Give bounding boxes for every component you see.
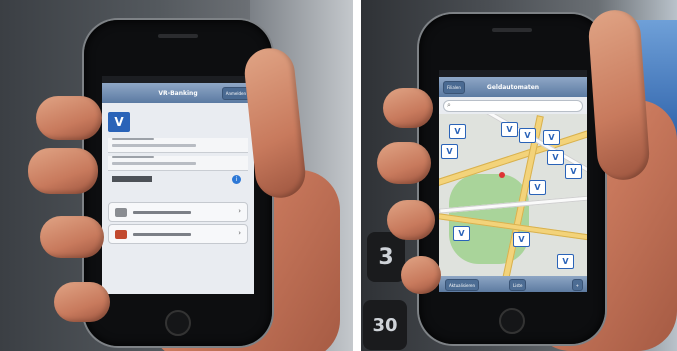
menu-item-1[interactable]: › bbox=[108, 202, 248, 222]
keyfob-bottom: 30 bbox=[363, 300, 407, 350]
map-view[interactable]: V V V V V V V V V V V bbox=[439, 114, 587, 276]
finger-1 bbox=[36, 96, 102, 140]
finger-3 bbox=[40, 216, 104, 258]
location-marker bbox=[499, 172, 505, 178]
finger-2 bbox=[377, 142, 431, 184]
add-button[interactable]: + bbox=[571, 279, 583, 291]
chevron-right-icon: › bbox=[238, 229, 241, 237]
atm-pin[interactable]: V bbox=[519, 128, 536, 143]
search-input[interactable]: ⌕ bbox=[443, 100, 583, 112]
atm-pin[interactable]: V bbox=[557, 254, 574, 269]
atm-pin[interactable]: V bbox=[441, 144, 458, 159]
atm-pin[interactable]: V bbox=[565, 164, 582, 179]
atm-pin[interactable]: V bbox=[513, 232, 530, 247]
menu-item-1-label bbox=[133, 210, 191, 214]
chevron-right-icon: › bbox=[238, 207, 241, 215]
finger-1 bbox=[383, 88, 433, 128]
finger-2 bbox=[28, 148, 98, 194]
nav-title: VR-Banking bbox=[158, 89, 198, 97]
list-button[interactable]: Liste bbox=[509, 279, 527, 291]
photo-right: 3 30 Filialen Geldautomaten ⌕ V V V V V … bbox=[361, 0, 677, 351]
atm-pin[interactable]: V bbox=[501, 122, 518, 137]
atm-pin[interactable]: V bbox=[547, 150, 564, 165]
vr-logo: V bbox=[108, 112, 130, 132]
keyfob-top: 3 bbox=[367, 232, 405, 282]
password-dots bbox=[112, 176, 152, 182]
username-field[interactable] bbox=[108, 138, 248, 153]
atm-pin[interactable]: V bbox=[453, 226, 470, 241]
iphone-right: Filialen Geldautomaten ⌕ V V V V V V V V… bbox=[419, 14, 605, 344]
finger-4 bbox=[54, 282, 110, 322]
atm-pin[interactable]: V bbox=[543, 130, 560, 145]
screen-left: VR-Banking Anmelden V i › › bbox=[102, 76, 254, 294]
finger-3 bbox=[387, 200, 435, 240]
status-bar bbox=[102, 76, 254, 83]
photo-left: VR-Banking Anmelden V i › › bbox=[0, 0, 353, 351]
toolbar: Aktualisieren Liste + bbox=[439, 276, 587, 292]
earpiece bbox=[492, 28, 532, 32]
menu-item-2-label bbox=[133, 232, 191, 236]
search-icon: ⌕ bbox=[447, 101, 451, 109]
finger-4 bbox=[401, 256, 441, 294]
screen-right: Filialen Geldautomaten ⌕ V V V V V V V V… bbox=[439, 70, 587, 292]
card-icon bbox=[115, 207, 127, 217]
nav-bar: VR-Banking Anmelden bbox=[102, 83, 254, 103]
image-divider bbox=[353, 0, 361, 351]
refresh-button[interactable]: Aktualisieren bbox=[445, 279, 480, 291]
pin-field[interactable] bbox=[108, 156, 248, 171]
atm-pin[interactable]: V bbox=[449, 124, 466, 139]
home-button[interactable] bbox=[499, 308, 525, 334]
status-bar bbox=[439, 70, 587, 77]
atm-icon bbox=[115, 229, 127, 239]
nav-bar: Filialen Geldautomaten bbox=[439, 77, 587, 97]
info-icon[interactable]: i bbox=[232, 175, 241, 184]
atm-pin[interactable]: V bbox=[529, 180, 546, 195]
home-button[interactable] bbox=[165, 310, 191, 336]
branches-button[interactable]: Filialen bbox=[443, 81, 465, 94]
menu-item-2[interactable]: › bbox=[108, 224, 248, 244]
nav-title: Geldautomaten bbox=[486, 83, 540, 91]
earpiece bbox=[158, 34, 198, 38]
iphone-left: VR-Banking Anmelden V i › › bbox=[84, 20, 272, 346]
